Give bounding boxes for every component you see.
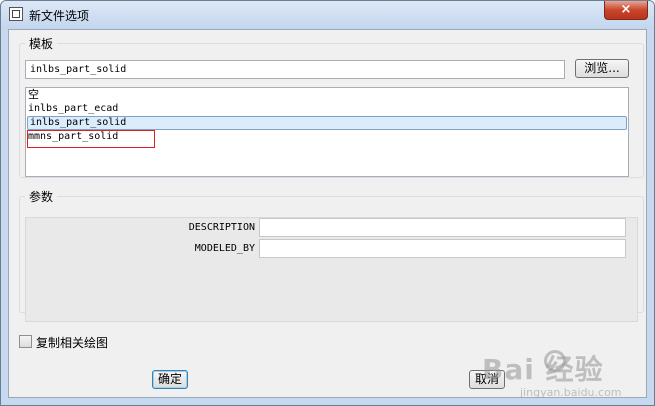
modeled-by-field[interactable]	[259, 239, 626, 258]
dialog-title: 新文件选项	[29, 9, 90, 23]
list-item[interactable]: inlbs_part_ecad	[26, 102, 628, 116]
title-bar[interactable]: 新文件选项 ×	[1, 1, 654, 29]
parameters-group-label: 参数	[29, 190, 54, 204]
parameters-panel: DESCRIPTION MODELED_BY	[25, 217, 638, 322]
dialog-client-area: 模板 inlbs_part_solid 浏览... 空 inlbs_part_e…	[8, 29, 647, 399]
browse-button[interactable]: 浏览...	[575, 59, 629, 78]
copy-drawings-checkbox[interactable]	[19, 335, 32, 348]
red-annotation-box	[27, 130, 155, 148]
ok-button[interactable]: 确定	[152, 370, 188, 389]
template-group-label: 模板	[29, 37, 54, 51]
template-name-input[interactable]: inlbs_part_solid	[25, 60, 565, 79]
list-item[interactable]: 空	[26, 88, 628, 102]
watermark-brand: Bai 经验	[482, 353, 604, 386]
template-group: 模板 inlbs_part_solid 浏览... 空 inlbs_part_e…	[19, 35, 644, 178]
paw-logo-icon	[544, 350, 566, 372]
app-window-icon	[9, 7, 23, 21]
parameters-group: 参数 DESCRIPTION MODELED_BY	[19, 188, 644, 322]
close-button[interactable]: ×	[604, 1, 648, 20]
list-item-selected[interactable]: inlbs_part_solid	[27, 116, 627, 130]
baidu-watermark: Bai 经验 jingyan.baidu.com	[482, 344, 632, 405]
dialog-window: 新文件选项 × 模板 inlbs_part_solid 浏览... 空 inlb…	[0, 0, 655, 406]
param-label-description: DESCRIPTION	[188, 222, 255, 233]
param-label-modeled-by: MODELED_BY	[194, 243, 255, 254]
copy-drawings-label[interactable]: 复制相关绘图	[36, 334, 108, 351]
template-list[interactable]: 空 inlbs_part_ecad inlbs_part_solid mmns_…	[25, 87, 629, 177]
description-field[interactable]	[259, 218, 626, 237]
watermark-url: jingyan.baidu.com	[520, 386, 622, 399]
